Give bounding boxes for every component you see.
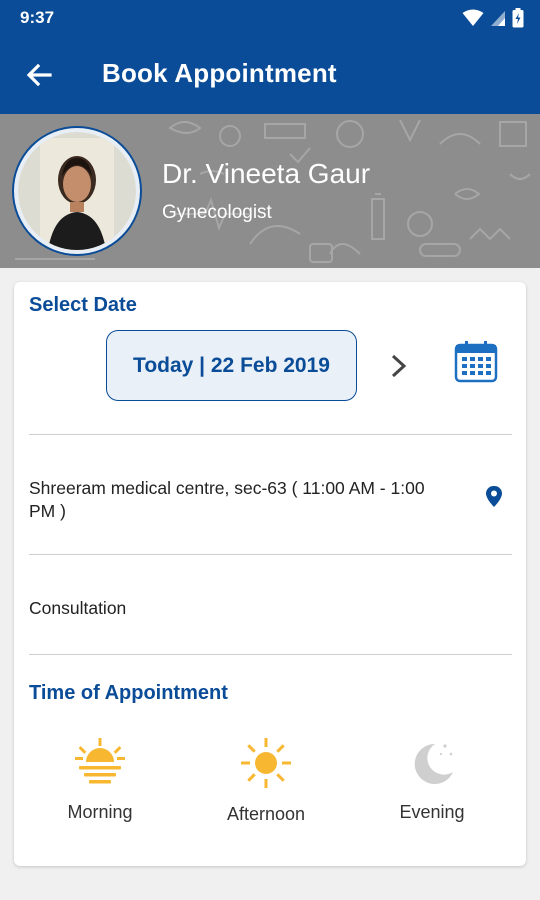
divider [29,654,512,655]
morning-label: Morning [67,802,133,822]
calendar-icon [454,341,498,383]
sun-icon [241,738,291,788]
time-option-evening[interactable]: Evening [372,738,492,838]
evening-label: Evening [399,802,465,822]
select-date-title: Select Date [29,294,137,316]
status-bar: 9:37 [0,0,540,36]
doctor-photo [18,132,136,250]
chevron-right-icon [391,354,407,378]
divider [29,554,512,555]
location-pin-icon [486,486,502,507]
afternoon-label: Afternoon [226,804,306,824]
back-button[interactable] [18,54,60,96]
sunrise-icon [75,738,125,784]
status-time: 9:37 [20,8,55,27]
clinic-address: Shreeram medical centre, sec-63 ( 11:00 … [29,478,425,521]
next-date-button[interactable] [382,348,416,384]
doctor-specialty: Gynecologist [162,202,272,223]
calendar-button[interactable] [454,340,498,384]
doctor-header: Dr. Vineeta Gaur Gynecologist [0,114,540,268]
time-option-morning[interactable]: Morning [40,738,160,838]
wifi-icon [462,9,484,26]
location-button[interactable] [484,485,504,509]
app-bar: Book Appointment [0,36,540,114]
consultation-type: Consultation [29,598,127,618]
booking-card: Select Date Today | 22 Feb 2019 Shreeram… [14,282,526,866]
divider [29,434,512,435]
time-of-appointment-title: Time of Appointment [29,682,228,704]
doctor-avatar [14,128,140,254]
moon-icon [414,743,453,784]
back-arrow-icon [26,63,52,87]
doctor-name: Dr. Vineeta Gaur [162,158,371,189]
page-title: Book Appointment [102,58,337,88]
cell-signal-icon [491,11,505,26]
date-selector[interactable]: Today | 22 Feb 2019 [106,330,357,401]
status-icons [462,8,524,28]
time-option-afternoon[interactable]: Afternoon [206,738,326,838]
battery-icon [512,8,524,28]
